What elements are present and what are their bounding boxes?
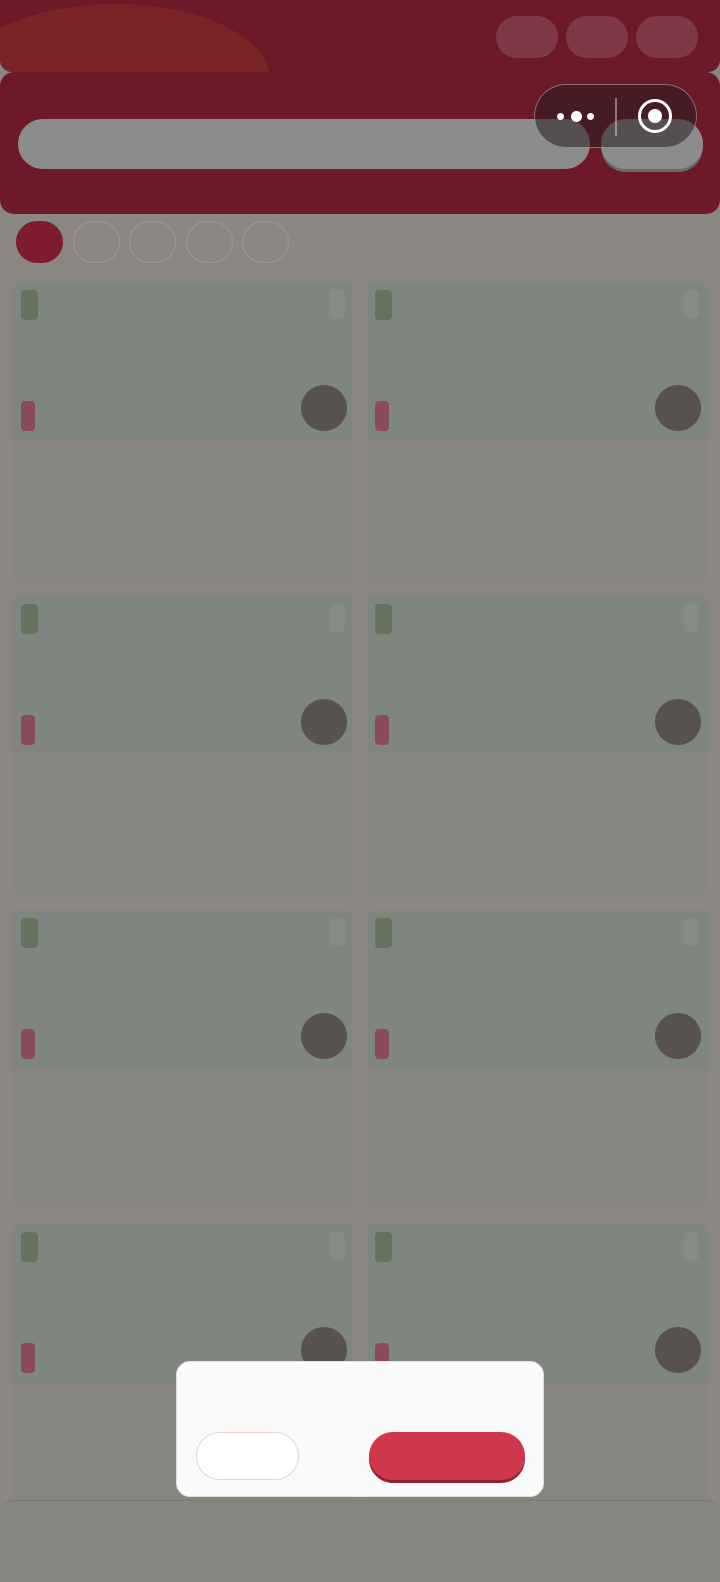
product-tag-badge — [21, 604, 38, 634]
add-to-cart-button[interactable] — [655, 699, 701, 745]
more-dots-icon[interactable] — [557, 111, 613, 123]
product-corner-badge — [330, 290, 345, 318]
add-to-cart-button[interactable] — [301, 1013, 347, 1059]
filter-tab-1[interactable] — [16, 221, 63, 263]
product-corner-badge — [684, 290, 699, 318]
add-to-cart-button[interactable] — [655, 1327, 701, 1373]
product-promo-badge — [21, 715, 35, 745]
product-promo-badge — [21, 401, 35, 431]
target-close-icon[interactable] — [638, 99, 672, 133]
product-tag-badge — [375, 604, 392, 634]
top-header — [0, 0, 720, 72]
filter-tab-4[interactable] — [186, 221, 233, 263]
add-to-cart-button[interactable] — [301, 699, 347, 745]
product-corner-badge — [684, 604, 699, 632]
product-tag-badge — [21, 290, 38, 320]
header-pill-1[interactable] — [496, 16, 558, 58]
product-card[interactable] — [13, 910, 353, 1210]
filter-tab-3[interactable] — [129, 221, 176, 263]
product-corner-badge — [684, 918, 699, 946]
search-input[interactable] — [18, 119, 590, 169]
product-tag-badge — [21, 918, 38, 948]
product-card[interactable] — [13, 596, 353, 896]
dialog-confirm-button[interactable] — [369, 1432, 525, 1480]
product-tag-badge — [375, 1232, 392, 1262]
mini-program-capsule — [534, 84, 697, 148]
add-to-cart-button[interactable] — [655, 1013, 701, 1059]
product-card[interactable] — [367, 596, 707, 896]
product-card[interactable] — [13, 282, 353, 582]
product-promo-badge — [375, 715, 389, 745]
product-tag-badge — [21, 1232, 38, 1262]
product-promo-badge — [375, 1029, 389, 1059]
dialog-cancel-button[interactable] — [196, 1432, 299, 1480]
product-promo-badge — [21, 1029, 35, 1059]
add-to-cart-button[interactable] — [301, 385, 347, 431]
product-promo-badge — [21, 1343, 35, 1373]
product-corner-badge — [330, 1232, 345, 1260]
product-corner-badge — [330, 918, 345, 946]
product-card[interactable] — [367, 910, 707, 1210]
header-decoration — [0, 4, 270, 72]
filter-tab-2[interactable] — [73, 221, 120, 263]
product-corner-badge — [330, 604, 345, 632]
header-pill-2[interactable] — [566, 16, 628, 58]
capsule-divider — [615, 98, 617, 136]
add-to-cart-button[interactable] — [655, 385, 701, 431]
confirm-dialog — [176, 1361, 544, 1497]
product-tag-badge — [375, 918, 392, 948]
product-corner-badge — [684, 1232, 699, 1260]
bottom-bar — [0, 1500, 720, 1582]
filter-tab-5[interactable] — [242, 221, 289, 263]
header-pill-3[interactable] — [636, 16, 698, 58]
product-promo-badge — [375, 401, 389, 431]
product-tag-badge — [375, 290, 392, 320]
product-card[interactable] — [367, 282, 707, 582]
